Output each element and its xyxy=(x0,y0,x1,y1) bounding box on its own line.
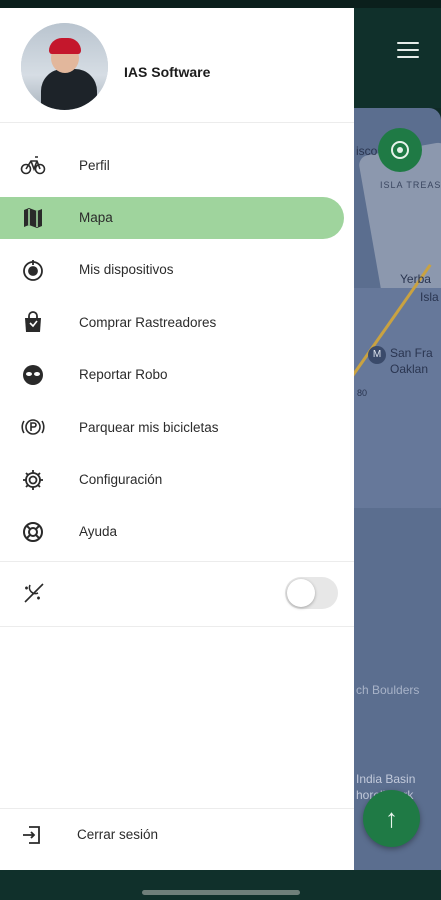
menu-item-label: Parquear mis bicicletas xyxy=(79,419,219,435)
menu-item-mapa[interactable]: Mapa xyxy=(0,191,354,243)
night-mode-icon xyxy=(21,580,47,606)
menu-item-perfil[interactable]: Perfil xyxy=(0,139,354,191)
divider xyxy=(0,626,354,627)
highway-shield: 80 xyxy=(357,388,368,398)
shopping-bag-icon xyxy=(20,309,46,335)
gear-icon xyxy=(20,467,46,493)
menu-item-label: Comprar Rastreadores xyxy=(79,314,217,330)
menu-item-comprar-rastreadores[interactable]: Comprar Rastreadores xyxy=(0,296,354,348)
profile-name: IAS Software xyxy=(124,64,211,80)
menu-item-label: Reportar Robo xyxy=(79,367,168,383)
map-label: ch Boulders xyxy=(356,683,420,697)
menu-item-label: Configuración xyxy=(79,472,163,488)
device-icon xyxy=(20,257,46,283)
avatar[interactable] xyxy=(21,23,108,110)
toggle-knob xyxy=(287,579,315,607)
drawer-menu: Perfil Mapa Mis dispositivos Comprar Ras… xyxy=(0,139,354,558)
menu-item-reportar-robo[interactable]: Reportar Robo xyxy=(0,349,354,401)
menu-item-label: Mis dispositivos xyxy=(79,262,174,278)
my-location-button[interactable] xyxy=(378,128,422,172)
map-label: San Fra xyxy=(390,346,433,360)
map-label: Yerba xyxy=(400,272,431,286)
menu-item-label: Ayuda xyxy=(79,524,118,540)
map-icon xyxy=(20,205,46,231)
logout-label: Cerrar sesión xyxy=(77,827,159,842)
status-bar xyxy=(0,0,441,8)
arrow-up-button[interactable]: ↑ xyxy=(363,790,420,847)
lifebuoy-icon xyxy=(20,519,46,545)
menu-item-ayuda[interactable]: Ayuda xyxy=(0,506,354,558)
dark-mode-toggle[interactable] xyxy=(285,577,338,609)
logout-row[interactable]: Cerrar sesión xyxy=(0,808,354,860)
gesture-handle[interactable] xyxy=(142,890,300,895)
bicycle-icon xyxy=(20,152,46,178)
navigation-bar xyxy=(0,870,441,900)
map-label: India Basin xyxy=(356,772,416,786)
menu-item-parquear[interactable]: Parquear mis bicicletas xyxy=(0,401,354,453)
hamburger-menu-icon[interactable] xyxy=(397,42,419,58)
map-label: Oaklan xyxy=(390,362,429,376)
menu-item-label: Mapa xyxy=(79,210,113,226)
menu-item-mis-dispositivos[interactable]: Mis dispositivos xyxy=(0,244,354,296)
map-label: Isla xyxy=(420,290,439,304)
menu-item-label: Perfil xyxy=(79,157,110,173)
navigation-drawer: IAS Software Perfil Mapa Mis dispositivo… xyxy=(0,8,354,870)
logout-icon xyxy=(20,823,44,847)
map-pin-icon[interactable]: M xyxy=(368,346,386,364)
profile-header[interactable]: IAS Software xyxy=(0,8,354,123)
map-label: ISLA TREAS xyxy=(380,180,441,190)
menu-item-configuracion[interactable]: Configuración xyxy=(0,453,354,505)
mask-icon xyxy=(20,362,46,388)
parking-icon xyxy=(20,414,46,440)
map-label: isco xyxy=(356,144,378,158)
